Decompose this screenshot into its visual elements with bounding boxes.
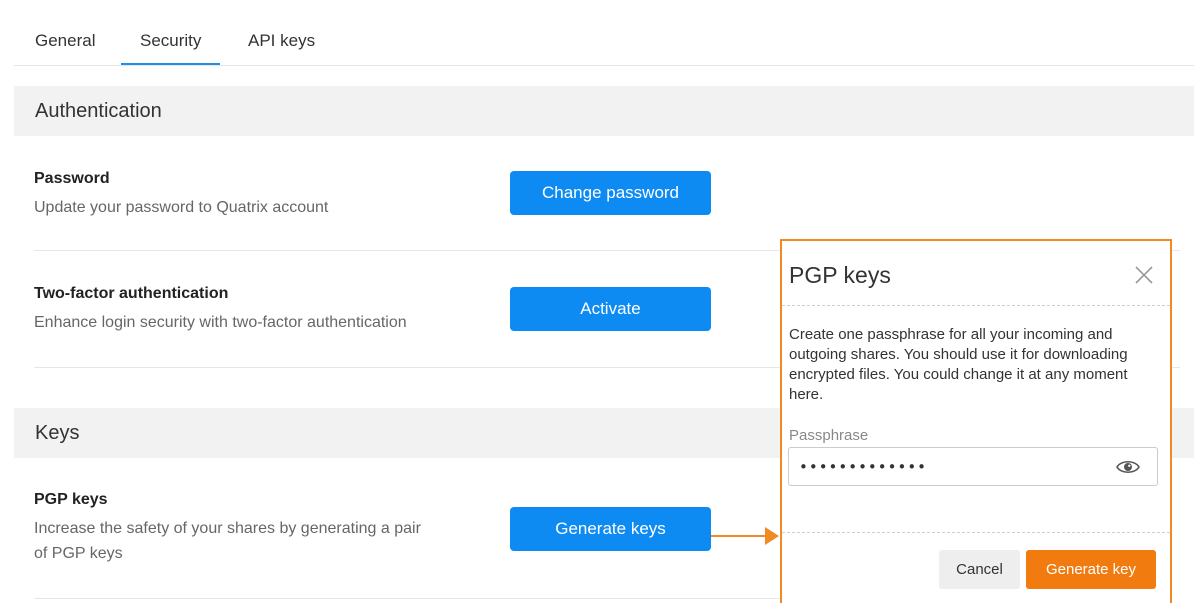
change-password-button[interactable]: Change password (510, 171, 711, 215)
password-description: Update your password to Quatrix account (34, 199, 329, 216)
activate-two-factor-button[interactable]: Activate (510, 287, 711, 331)
generate-keys-button[interactable]: Generate keys (510, 507, 711, 551)
cancel-button[interactable]: Cancel (939, 550, 1020, 589)
authentication-section-header: Authentication (14, 86, 1194, 136)
tab-security[interactable]: Security (120, 31, 221, 65)
pgp-keys-description-line2: of PGP keys (34, 545, 123, 562)
generate-key-button[interactable]: Generate key (1026, 550, 1156, 589)
close-icon[interactable] (1132, 263, 1156, 287)
two-factor-title: Two-factor authentication (34, 285, 229, 302)
dialog-description: Create one passphrase for all your incom… (789, 326, 1128, 403)
dialog-footer-divider (782, 532, 1170, 533)
section-title: Keys (35, 422, 80, 444)
dialog-title: PGP keys (789, 262, 891, 288)
eye-icon[interactable] (1116, 458, 1140, 476)
passphrase-label: Passphrase (789, 427, 869, 444)
pgp-keys-description-line1: Increase the safety of your shares by ge… (34, 520, 421, 537)
tab-api-keys[interactable]: API keys (248, 31, 315, 51)
passphrase-field[interactable] (788, 447, 1158, 486)
passphrase-input[interactable] (799, 456, 1099, 478)
two-factor-description: Enhance login security with two-factor a… (34, 314, 407, 331)
callout-arrow-head-icon (765, 527, 779, 545)
section-title: Authentication (35, 100, 162, 122)
password-title: Password (34, 170, 110, 187)
pgp-keys-title: PGP keys (34, 491, 108, 508)
callout-arrow-line (711, 535, 767, 537)
pgp-keys-dialog: PGP keys Create one passphrase for all y… (780, 239, 1172, 603)
tab-general[interactable]: General (35, 31, 95, 51)
dialog-header-divider (782, 305, 1170, 306)
security-settings-page: General Security API keys Authentication… (0, 0, 1194, 603)
settings-tabs: General Security API keys (14, 0, 1194, 66)
row-divider (34, 598, 780, 599)
